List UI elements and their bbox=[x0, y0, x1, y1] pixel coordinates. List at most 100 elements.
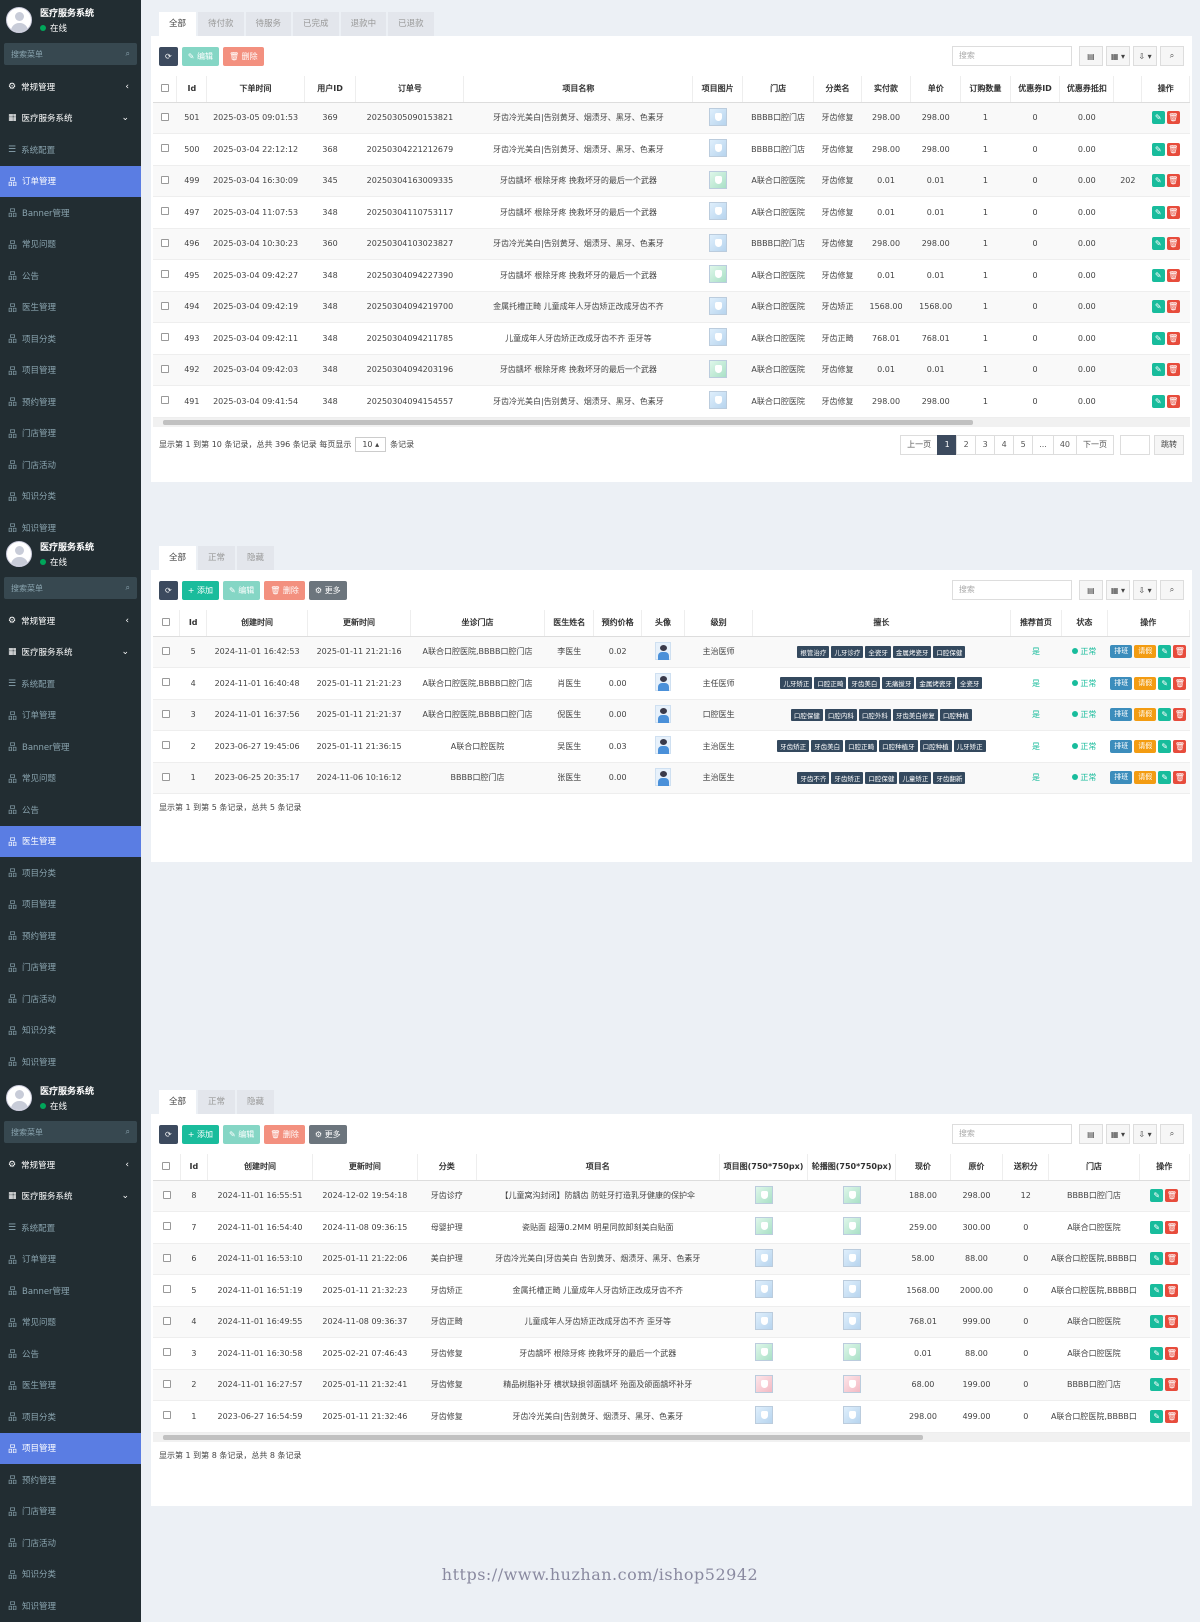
next-page-button[interactable]: 下一页 bbox=[1076, 434, 1114, 455]
project-image[interactable] bbox=[719, 1369, 808, 1401]
schedule-button[interactable]: 排班 bbox=[1110, 708, 1133, 722]
row-checkbox[interactable] bbox=[153, 165, 177, 197]
sidebar-item-6[interactable]: 品公告 bbox=[0, 1338, 141, 1370]
row-checkbox[interactable] bbox=[153, 196, 177, 229]
search-icon[interactable]: ⌕ bbox=[1160, 46, 1184, 66]
row-edit-button[interactable]: ✎ bbox=[1151, 237, 1165, 251]
sidebar-item-11[interactable]: 品门店管理 bbox=[0, 952, 141, 984]
sidebar-item-8[interactable]: 品项目分类 bbox=[0, 323, 141, 355]
leave-button[interactable]: 请假 bbox=[1134, 708, 1157, 722]
doctor-avatar[interactable] bbox=[641, 762, 685, 794]
search-icon[interactable]: ⌕ bbox=[1160, 1124, 1184, 1144]
page-button[interactable]: 40 bbox=[1052, 434, 1077, 455]
row-edit-button[interactable]: ✎ bbox=[1150, 1346, 1164, 1360]
row-edit-button[interactable]: ✎ bbox=[1158, 676, 1172, 690]
schedule-button[interactable]: 排班 bbox=[1110, 771, 1133, 785]
sidebar-item-1[interactable]: ▦ 医疗服务系统 ⌄ bbox=[0, 103, 141, 135]
jump-page-input[interactable] bbox=[1120, 434, 1150, 455]
table-row[interactable]: 1 2023-06-27 16:54:59 2025-01-11 21:32:46 牙… bbox=[153, 1400, 1190, 1433]
edit-button[interactable]: ✎ 编辑 bbox=[181, 46, 219, 66]
doctor-avatar[interactable] bbox=[641, 699, 685, 731]
row-delete-button[interactable]: 🗑 bbox=[1166, 331, 1180, 345]
sidebar-item-12[interactable]: 品门店活动 bbox=[0, 1527, 141, 1559]
project-image[interactable] bbox=[719, 1400, 808, 1433]
column-header[interactable]: 更新时间 bbox=[312, 1154, 418, 1181]
sidebar-item-6[interactable]: 品公告 bbox=[0, 260, 141, 292]
row-checkbox[interactable] bbox=[153, 730, 180, 763]
project-image[interactable] bbox=[692, 354, 743, 386]
row-checkbox[interactable] bbox=[153, 667, 180, 700]
row-edit-button[interactable]: ✎ bbox=[1151, 142, 1165, 156]
page-button[interactable]: 5 bbox=[1013, 434, 1034, 455]
menu-search-input[interactable]: 搜索菜单 ⌕ bbox=[4, 577, 137, 599]
leave-button[interactable]: 请假 bbox=[1134, 739, 1157, 753]
row-checkbox[interactable] bbox=[153, 1274, 181, 1307]
row-checkbox[interactable] bbox=[153, 1400, 181, 1433]
row-delete-button[interactable]: 🗑 bbox=[1166, 142, 1180, 156]
sidebar-item-14[interactable]: 品知识管理 bbox=[0, 512, 141, 534]
carousel-image[interactable] bbox=[807, 1369, 896, 1401]
sidebar-item-6[interactable]: 品公告 bbox=[0, 794, 141, 826]
row-checkbox[interactable] bbox=[153, 1180, 181, 1212]
row-checkbox[interactable] bbox=[153, 259, 177, 292]
column-header[interactable]: 项目图片 bbox=[692, 76, 743, 103]
sidebar-item-12[interactable]: 品门店活动 bbox=[0, 449, 141, 481]
select-all-checkbox[interactable] bbox=[153, 1154, 181, 1181]
sidebar-item-4[interactable]: 品 Banner管理 bbox=[0, 1275, 141, 1307]
table-row[interactable]: 491 2025-03-04 09:41:54 348 202503040941545… bbox=[153, 385, 1190, 418]
carousel-image[interactable] bbox=[807, 1337, 896, 1370]
sidebar-item-7[interactable]: 品医生管理 bbox=[0, 825, 141, 857]
column-header[interactable]: Id bbox=[176, 76, 208, 103]
row-delete-button[interactable]: 🗑 bbox=[1165, 1315, 1179, 1329]
row-delete-button[interactable]: 🗑 bbox=[1165, 1409, 1179, 1423]
row-edit-button[interactable]: ✎ bbox=[1150, 1189, 1164, 1203]
row-delete-button[interactable]: 🗑 bbox=[1166, 300, 1180, 314]
row-edit-button[interactable]: ✎ bbox=[1150, 1378, 1164, 1392]
row-delete-button[interactable]: 🗑 bbox=[1165, 1220, 1179, 1234]
row-delete-button[interactable]: 🗑 bbox=[1166, 394, 1180, 408]
table-row[interactable]: 1 2023-06-25 20:35:17 2024-11-06 10:16:12 B… bbox=[153, 762, 1190, 794]
project-image[interactable] bbox=[719, 1274, 808, 1307]
column-header[interactable]: 操作 bbox=[1139, 1154, 1191, 1181]
column-header[interactable]: 预约价格 bbox=[593, 610, 642, 637]
columns-icon[interactable]: ▦ ▾ bbox=[1105, 1124, 1130, 1144]
sidebar-item-0[interactable]: ⚙ 常规管理 ‹ bbox=[0, 71, 141, 103]
sidebar-item-7[interactable]: 品医生管理 bbox=[0, 292, 141, 324]
row-delete-button[interactable]: 🗑 bbox=[1173, 771, 1187, 785]
table-row[interactable]: 5 2024-11-01 16:42:53 2025-01-11 21:21:16 A… bbox=[153, 636, 1190, 668]
table-row[interactable]: 493 2025-03-04 09:42:11 348 202503040942117… bbox=[153, 322, 1190, 355]
sidebar-item-9[interactable]: 品项目管理 bbox=[0, 889, 141, 921]
row-delete-button[interactable]: 🗑 bbox=[1165, 1189, 1179, 1203]
sidebar-item-5[interactable]: 品常见问题 bbox=[0, 229, 141, 261]
table-row[interactable]: 492 2025-03-04 09:42:03 348 202503040942031… bbox=[153, 354, 1190, 386]
table-row[interactable]: 6 2024-11-01 16:53:10 2025-01-11 21:22:06 美… bbox=[153, 1243, 1190, 1275]
toggle-view-icon[interactable]: ▤ bbox=[1078, 580, 1103, 600]
more-button[interactable]: ⚙ 更多 bbox=[308, 1124, 347, 1144]
row-delete-button[interactable]: 🗑 bbox=[1166, 268, 1180, 282]
project-image[interactable] bbox=[719, 1337, 808, 1370]
table-row[interactable]: 501 2025-03-05 09:01:53 369 202503050901538… bbox=[153, 102, 1190, 134]
menu-search-input[interactable]: 搜索菜单 ⌕ bbox=[4, 43, 137, 65]
delete-button[interactable]: 🗑 删除 bbox=[264, 580, 305, 600]
table-row[interactable]: 2 2024-11-01 16:27:57 2025-01-11 21:32:41 牙… bbox=[153, 1369, 1190, 1401]
sidebar-item-14[interactable]: 品知识管理 bbox=[0, 1590, 141, 1622]
row-delete-button[interactable]: 🗑 bbox=[1166, 205, 1180, 219]
project-image[interactable] bbox=[692, 322, 743, 355]
column-header[interactable]: 医生姓名 bbox=[544, 610, 595, 637]
table-row[interactable]: 497 2025-03-04 11:07:53 348 202503041107531… bbox=[153, 196, 1190, 229]
column-header[interactable]: 轮播图(750*750px) bbox=[807, 1154, 897, 1181]
column-header[interactable]: 坐诊门店 bbox=[410, 610, 545, 637]
page-button[interactable]: 4 bbox=[994, 434, 1015, 455]
table-row[interactable]: 8 2024-11-01 16:55:51 2024-12-02 19:54:18 牙… bbox=[153, 1180, 1190, 1212]
row-edit-button[interactable]: ✎ bbox=[1150, 1220, 1164, 1234]
tab-1[interactable]: 正常 bbox=[198, 1090, 236, 1114]
refresh-button[interactable]: ⟳ bbox=[159, 1124, 178, 1144]
schedule-button[interactable]: 排班 bbox=[1110, 676, 1133, 690]
tab-0[interactable]: 全部 bbox=[159, 1090, 197, 1114]
row-edit-button[interactable]: ✎ bbox=[1158, 645, 1172, 659]
sidebar-item-8[interactable]: 品项目分类 bbox=[0, 857, 141, 889]
column-header[interactable]: 实付款 bbox=[861, 76, 912, 103]
row-edit-button[interactable]: ✎ bbox=[1151, 268, 1165, 282]
column-header[interactable] bbox=[1113, 76, 1143, 103]
sidebar-item-10[interactable]: 品预约管理 bbox=[0, 1464, 141, 1496]
